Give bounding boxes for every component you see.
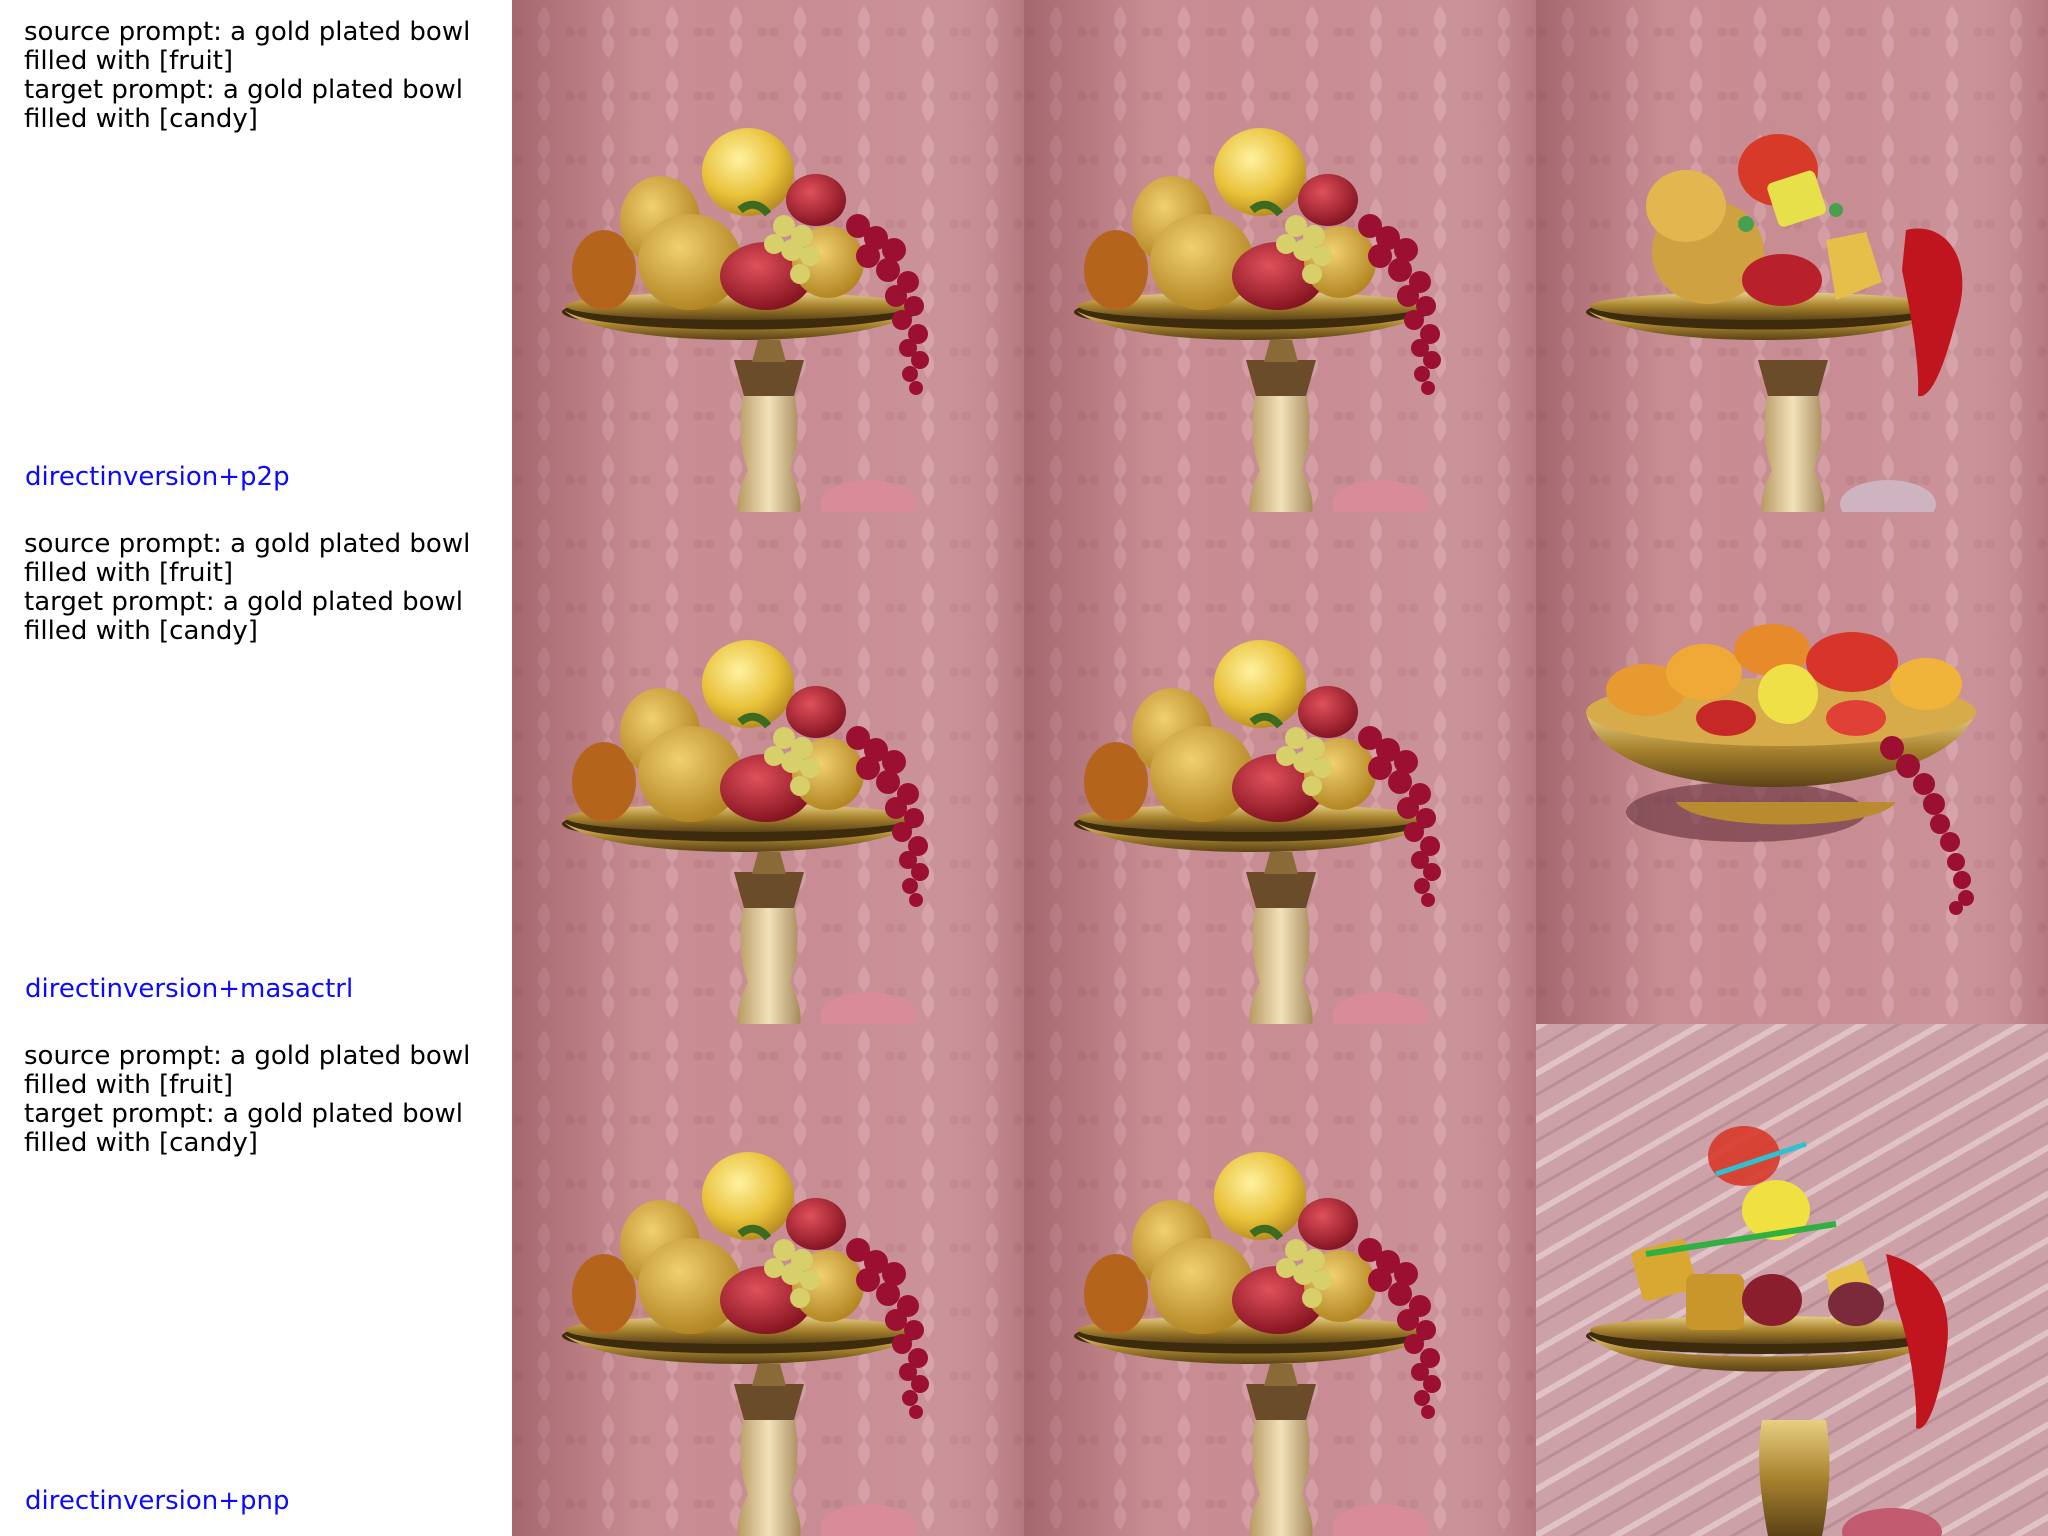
method-label: directinversion+pnp <box>25 1486 290 1516</box>
comparison-row-masactrl: source prompt: a gold plated bowl filled… <box>0 512 2048 1024</box>
target-prompt-text: target prompt: a gold plated bowl filled… <box>24 587 464 646</box>
edited-image <box>1536 1024 2048 1536</box>
source-image <box>512 1024 1024 1536</box>
row-label-panel: source prompt: a gold plated bowl filled… <box>0 0 512 512</box>
row-label-panel: source prompt: a gold plated bowl filled… <box>0 512 512 1024</box>
target-prompt-text: target prompt: a gold plated bowl filled… <box>24 75 464 134</box>
row-label-panel: source prompt: a gold plated bowl filled… <box>0 1024 512 1536</box>
edited-image <box>1536 512 2048 1024</box>
method-label: directinversion+p2p <box>25 462 290 492</box>
comparison-row-pnp: source prompt: a gold plated bowl filled… <box>0 1024 2048 1536</box>
edited-image <box>1536 0 2048 512</box>
reconstructed-image <box>1024 1024 1536 1536</box>
source-prompt-text: source prompt: a gold plated bowl filled… <box>24 529 471 588</box>
target-prompt-text: target prompt: a gold plated bowl filled… <box>24 1099 464 1158</box>
comparison-row-p2p: source prompt: a gold plated bowl filled… <box>0 0 2048 512</box>
method-label: directinversion+masactrl <box>25 974 354 1004</box>
source-image <box>512 512 1024 1024</box>
source-image <box>512 0 1024 512</box>
source-prompt-text: source prompt: a gold plated bowl filled… <box>24 17 471 76</box>
reconstructed-image <box>1024 512 1536 1024</box>
reconstructed-image <box>1024 0 1536 512</box>
source-prompt-text: source prompt: a gold plated bowl filled… <box>24 1041 471 1100</box>
